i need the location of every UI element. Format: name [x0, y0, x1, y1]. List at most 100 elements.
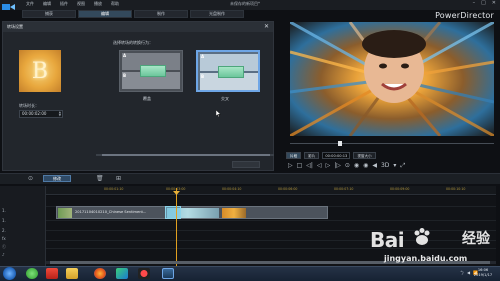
document-title: 未保存的新项目* — [230, 1, 260, 6]
transition-marker[interactable] — [165, 206, 181, 219]
menu-edit[interactable]: 编辑 — [43, 1, 51, 7]
transport-controls: ▷ □ ◁| ◁ ▷ |▷ ⊙ ◉ ◉ ◀ 3D ▾ ⤢ — [288, 162, 405, 170]
ruler-tick: 00:00:06:00 — [278, 187, 298, 191]
target-icon[interactable]: ⊙ — [28, 175, 33, 182]
movie-mode-button[interactable]: 影片 — [304, 151, 320, 159]
stop-icon[interactable]: □ — [297, 162, 303, 170]
trash-icon[interactable]: 🗑 — [96, 175, 104, 182]
brand-name: PowerDirector — [435, 11, 494, 20]
modify-button[interactable]: 修改 — [43, 175, 71, 182]
split-icon[interactable]: ⊞ — [116, 175, 121, 182]
panel-header: 转场设置 ✕ — [3, 22, 273, 32]
track-label-video1: 1. — [2, 208, 6, 213]
play-store-icon[interactable] — [116, 268, 128, 279]
rewind-icon[interactable]: ◁ — [317, 162, 322, 170]
3d-toggle[interactable]: 3D — [381, 162, 389, 170]
panel-ok-button[interactable] — [232, 161, 260, 168]
tab-edit[interactable]: 编辑 — [78, 10, 132, 18]
app-red-icon[interactable] — [46, 268, 58, 279]
tab-capture[interactable]: 捕获 — [22, 10, 76, 18]
menu-play[interactable]: 播放 — [94, 1, 102, 7]
ruler-tick: 00:00:09:00 — [390, 187, 410, 191]
track-divider — [46, 248, 496, 249]
timeline-scroll-thumb[interactable] — [50, 261, 490, 264]
menu-help[interactable]: 帮助 — [111, 1, 119, 7]
menu-view[interactable]: 视图 — [77, 1, 85, 7]
ruler-tick: 00:00:01:10 — [104, 187, 124, 191]
marker-icon[interactable]: ◉ — [363, 162, 368, 170]
maximize-icon[interactable]: □ — [481, 0, 486, 6]
track-label-fx: fx — [2, 236, 6, 241]
snapshot-icon[interactable]: ⊙ — [345, 162, 350, 170]
duration-value: 00:00:02:00 — [22, 111, 47, 116]
fullscreen-icon[interactable]: ⤢ — [400, 162, 405, 170]
clip-thumbnail — [58, 208, 72, 218]
ime-icon[interactable]: ㄅ — [460, 270, 464, 276]
ruler-tick: 00:00:10:10 — [446, 187, 466, 191]
previous-frame-icon[interactable]: ◁| — [306, 162, 313, 170]
window-controls: – □ ✕ — [473, 0, 496, 6]
start-button-icon[interactable] — [3, 267, 16, 280]
record-icon[interactable]: ◉ — [354, 162, 359, 170]
transition-option-overlap[interactable]: A B — [119, 50, 183, 92]
next-frame-icon[interactable]: |▷ — [334, 162, 341, 170]
timeline-toolbar — [0, 173, 500, 184]
menu-file[interactable]: 文件 — [26, 1, 34, 7]
label-a: A — [201, 54, 205, 59]
playhead[interactable] — [176, 188, 177, 266]
tab-produce[interactable]: 制作 — [134, 10, 188, 18]
powerdirector-taskbar-icon[interactable] — [162, 268, 174, 279]
track-headers: 1. 1. 2. fx ⓣ ♪ — [0, 186, 46, 266]
app-360-icon[interactable] — [26, 268, 38, 279]
transition-block — [140, 65, 166, 77]
tab-disc[interactable]: 光盘制作 — [190, 10, 244, 18]
minimize-icon[interactable]: – — [473, 0, 476, 6]
track-divider — [46, 240, 496, 241]
transition-preview-thumbnail: B — [19, 50, 61, 92]
timeline-scrollbar[interactable] — [46, 261, 496, 264]
duration-field[interactable]: 00:00:02:00 ▲ ▼ — [19, 110, 63, 118]
mouse-cursor-icon — [216, 110, 221, 117]
preview-progress-knob[interactable] — [338, 141, 342, 146]
panel-scrollbar[interactable] — [96, 154, 274, 156]
transition-option-cross[interactable]: A B — [196, 50, 260, 92]
taskbar-clock[interactable]: 16:06 2019/1/17 — [470, 268, 496, 277]
firefox-icon[interactable] — [94, 268, 106, 279]
timecode-display[interactable]: 00:00:00:13 — [322, 151, 351, 159]
forward-icon[interactable]: ▷ — [326, 162, 331, 170]
chevron-down-icon[interactable]: ▾ — [393, 162, 396, 170]
play-icon[interactable]: ▷ — [288, 162, 293, 170]
label-b: B — [201, 74, 205, 79]
video-clip[interactable]: 20171104010210_Chinese Sentiment... — [56, 206, 328, 219]
track-label-video2: 2. — [2, 228, 6, 233]
clock-date: 2019/1/17 — [473, 272, 493, 277]
track-label-audio1: 1. — [2, 218, 6, 223]
transition-block — [218, 66, 244, 78]
panel-title: 转场设置 — [7, 24, 23, 29]
timeline-ruler[interactable]: 00:00:01:10 00:00:03:00 00:00:04:10 00:0… — [46, 186, 496, 195]
menu-plugins[interactable]: 插件 — [60, 1, 68, 7]
folder-icon[interactable] — [66, 268, 78, 279]
duration-label: 转场时长： — [19, 103, 39, 108]
option-caption-cross: 交叉 — [221, 96, 229, 101]
track-divider — [46, 220, 496, 221]
option-caption-overlap: 覆盖 — [143, 96, 151, 101]
ruler-tick: 00:00:07:10 — [334, 187, 354, 191]
video-preview — [290, 22, 494, 136]
app-logo-icon — [2, 4, 15, 10]
ruler-tick: 00:00:04:10 — [222, 187, 242, 191]
label-a: A — [123, 53, 127, 58]
preview-progress-track[interactable] — [290, 143, 494, 144]
label-b: B — [123, 73, 127, 78]
mode-tabs: 捕获 编辑 制作 光盘制作 — [22, 10, 244, 19]
clip-mode-button[interactable]: 片段 — [286, 151, 302, 159]
panel-scroll-thumb[interactable] — [102, 154, 270, 156]
volume-icon[interactable]: ◀ — [372, 162, 377, 170]
spinner-icon[interactable]: ▲ ▼ — [59, 111, 61, 117]
close-icon[interactable]: ✕ — [264, 23, 269, 30]
track-label-music: ♪ — [2, 252, 5, 257]
fit-size-dropdown[interactable]: 视窗大小 — [353, 151, 376, 159]
track-divider — [46, 230, 496, 231]
close-window-icon[interactable]: ✕ — [492, 0, 496, 6]
record-app-icon[interactable] — [138, 268, 150, 279]
